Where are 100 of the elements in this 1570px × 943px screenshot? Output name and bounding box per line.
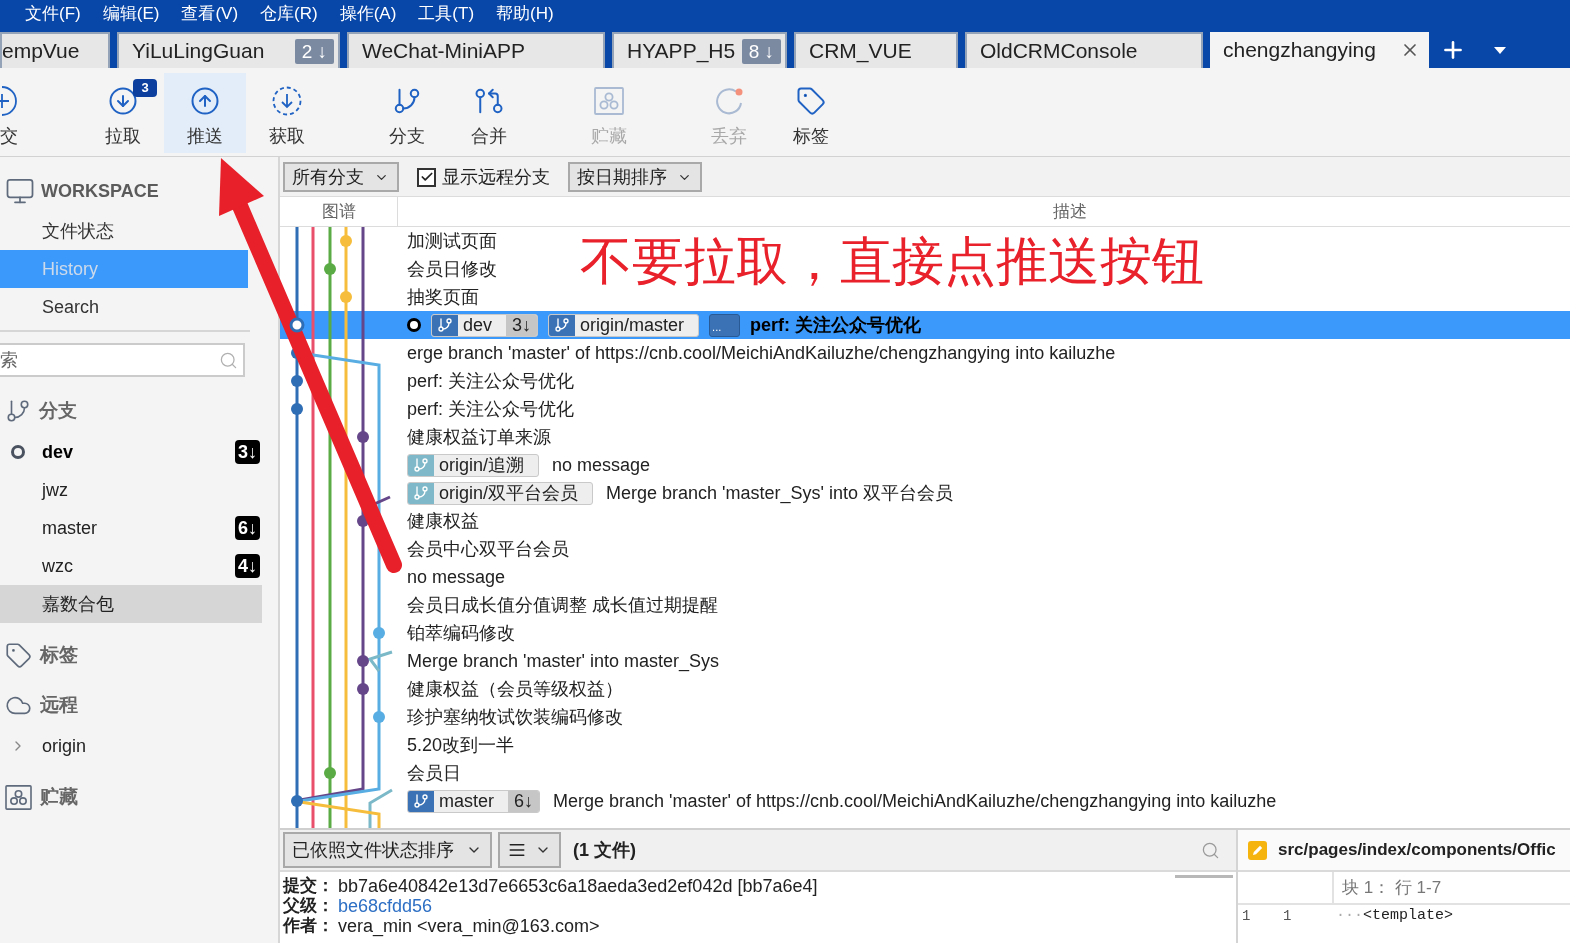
commit-dot[interactable]: [357, 683, 369, 695]
menu-item[interactable]: 编辑(E): [102, 3, 160, 24]
commit-message[interactable]: Merge branch 'master' into master_Sys: [407, 650, 719, 672]
menu-item[interactable]: 查看(V): [181, 3, 239, 24]
stash-icon: [5, 784, 32, 810]
file-path: src/pages/index/components/Offic: [1278, 839, 1556, 862]
commit-message[interactable]: 珍护塞纳牧试饮装编码修改: [407, 706, 623, 728]
commit-message[interactable]: 健康权益（会员等级权益）: [407, 678, 623, 700]
caret-down-icon[interactable]: [1494, 46, 1506, 54]
commit-message[interactable]: 抽奖页面: [407, 286, 479, 308]
branch-name: origin/追溯: [438, 454, 526, 476]
commit-dot[interactable]: [291, 403, 303, 415]
branch-name: dev: [462, 314, 494, 336]
toolbar-button[interactable]: 分支: [366, 73, 448, 153]
commit-dot[interactable]: [324, 767, 336, 779]
repo-tab[interactable]: YiLuLingGuan 2 ↓: [117, 32, 340, 68]
toolbar-button[interactable]: 拉取 3: [82, 73, 164, 153]
commit-message[interactable]: perf: 关注公众号优化: [407, 398, 575, 420]
commit-dot[interactable]: [357, 655, 369, 667]
repo-tab[interactable]: chengzhangying: [1210, 32, 1429, 68]
remote-item[interactable]: origin: [0, 727, 262, 765]
branch-tag[interactable]: origin/双平台会员: [407, 481, 594, 505]
commit-message[interactable]: erge branch 'master' of https://cnb.cool/MeichiAndKailuzhe/chengzhangying into kailuzhe: [407, 342, 1116, 364]
column-header: 描述: [1053, 200, 1087, 223]
commit-message[interactable]: 5.20改到一半: [407, 734, 515, 756]
commit-message[interactable]: perf: 关注公众号优化: [407, 370, 575, 392]
commit-message[interactable]: 会员中心双平台会员: [407, 538, 569, 560]
branch-item[interactable]: 嘉数合包: [0, 585, 262, 623]
repo-tab[interactable]: empVue: [0, 32, 110, 68]
commit-dot[interactable]: [357, 431, 369, 443]
branch-name: master: [438, 790, 495, 812]
commit-message[interactable]: Merge branch 'master' of https://cnb.cool/MeichiAndKailuzhe/chengzhangying into kailuzhe: [553, 790, 1277, 812]
commit-dot[interactable]: [291, 795, 303, 807]
toolbar-button[interactable]: 获取: [246, 73, 328, 153]
branch-tag[interactable]: origin/追溯: [407, 453, 540, 477]
monitor-icon: [5, 176, 35, 206]
commit-message[interactable]: perf: 关注公众号优化: [750, 314, 922, 336]
checkbox[interactable]: [417, 167, 436, 187]
pencil-icon: [1248, 840, 1267, 860]
menu-item[interactable]: 工具(T): [418, 3, 475, 24]
search-icon: [219, 351, 238, 370]
view-dropdown[interactable]: [498, 832, 561, 868]
nav-item[interactable]: 文件状态: [0, 212, 120, 250]
commit-dot[interactable]: [291, 375, 303, 387]
menu-item[interactable]: 文件(F): [25, 3, 81, 24]
toolbar-button[interactable]: 标签: [770, 73, 852, 153]
branch-tag[interactable]: master 6↓: [407, 789, 541, 813]
commit-message[interactable]: 健康权益订单来源: [407, 426, 551, 448]
commit-dot[interactable]: [373, 627, 385, 639]
commit-dot[interactable]: [324, 263, 336, 275]
rotate-arrow-icon: [714, 86, 744, 116]
repo-tab[interactable]: WeChat-MiniAPP: [347, 32, 605, 68]
commit-message[interactable]: Merge branch 'master_Sys' into 双平台会员: [606, 482, 953, 504]
nav-item[interactable]: Search: [0, 288, 106, 326]
branch-item[interactable]: jwz: [0, 471, 262, 509]
whitespace-marker: ···: [1335, 905, 1363, 926]
more-refs-button[interactable]: ...: [709, 313, 741, 337]
commit-dot[interactable]: [357, 515, 369, 527]
list-view-icon: [508, 841, 526, 859]
selected-commit-row[interactable]: dev 3↓ origin/master ... perf: 关注公众号优化: [280, 311, 1570, 339]
commit-message[interactable]: 加测试页面: [407, 230, 497, 252]
branch-tag[interactable]: origin/master: [548, 313, 700, 337]
branch-item[interactable]: master 6↓: [0, 509, 262, 547]
commit-message[interactable]: no message: [407, 566, 506, 588]
line-number: 1: [1283, 906, 1293, 926]
current-branch-icon: [11, 445, 25, 459]
menu-item[interactable]: 操作(A): [339, 3, 397, 24]
behind-count-badge: 6↓: [235, 516, 260, 540]
sort-dropdown[interactable]: 已依照文件状态排序: [283, 832, 492, 868]
menu-item[interactable]: 仓库(R): [260, 3, 318, 24]
search-field[interactable]: 索: [0, 343, 245, 377]
detail-label: 作者：: [283, 915, 334, 938]
commit-ring[interactable]: [289, 317, 305, 333]
commit-message[interactable]: 会员日修改: [407, 258, 497, 280]
commit-dot[interactable]: [340, 235, 352, 247]
commit-dot[interactable]: [340, 291, 352, 303]
section-title: 贮藏: [40, 786, 78, 808]
line-number: 1: [1241, 906, 1252, 926]
commit-message[interactable]: 健康权益: [407, 510, 479, 532]
dropdown[interactable]: 按日期排序: [568, 162, 702, 192]
repo-tab[interactable]: HYAPP_H5 8 ↓: [612, 32, 787, 68]
commit-message[interactable]: 会员日成长值分值调整 成长值过期提醒: [407, 594, 718, 616]
commit-message[interactable]: 铂萃编码修改: [407, 622, 515, 644]
toolbar-button[interactable]: 推送: [164, 73, 246, 153]
behind-count-badge: 4↓: [235, 554, 260, 578]
branch-item[interactable]: dev 3↓: [0, 433, 262, 471]
commit-dot[interactable]: [373, 711, 385, 723]
checkbox-label[interactable]: 显示远程分支: [442, 163, 550, 191]
toolbar-button[interactable]: 合并: [448, 73, 530, 153]
branch-name: origin/master: [579, 314, 686, 336]
branch-item[interactable]: wzc 4↓: [0, 547, 262, 585]
commit-message[interactable]: no message: [552, 454, 651, 476]
repo-tab[interactable]: OldCRMConsole: [965, 32, 1203, 68]
commit-message[interactable]: 会员日: [407, 762, 461, 784]
branch-tag[interactable]: dev 3↓: [431, 313, 539, 337]
dropdown[interactable]: 所有分支: [283, 162, 399, 192]
tab-badge: 2 ↓: [294, 38, 334, 64]
menu-item[interactable]: 帮助(H): [496, 3, 554, 24]
toolbar-button[interactable]: 交: [0, 73, 45, 153]
repo-tab[interactable]: CRM_VUE: [794, 32, 958, 68]
